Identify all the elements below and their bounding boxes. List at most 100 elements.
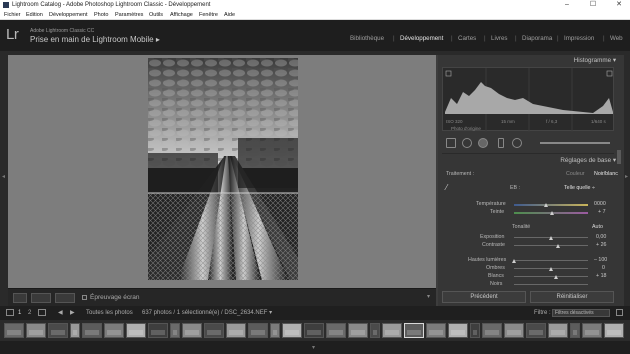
filmstrip-thumbnail[interactable] — [304, 323, 324, 338]
red-eye-icon[interactable] — [478, 138, 488, 148]
filmstrip-thumbnail[interactable] — [470, 323, 480, 338]
close-button[interactable]: ✕ — [610, 0, 628, 10]
filmstrip-thumbnail[interactable] — [348, 323, 368, 338]
spot-removal-icon[interactable] — [462, 138, 472, 148]
module-bibliotheque[interactable]: Bibliothèque — [350, 35, 384, 42]
filmstrip-thumbnail[interactable] — [604, 323, 624, 338]
photo-info-label[interactable]: 637 photos / 1 sélectionné(e) / DSC_2634… — [142, 308, 272, 318]
filmstrip-thumbnail[interactable] — [148, 323, 168, 338]
filmstrip-thumbnail[interactable] — [526, 323, 546, 338]
menu-affichage[interactable]: Affichage — [170, 10, 193, 20]
temperature-slider[interactable] — [514, 204, 588, 206]
highlights-value[interactable]: – 100 — [594, 257, 607, 263]
filmstrip-thumbnail[interactable] — [404, 323, 424, 338]
menu-developpement[interactable]: Développement — [49, 10, 88, 20]
exposure-thumb[interactable] — [549, 236, 553, 240]
temperature-value[interactable]: 0000 — [594, 201, 606, 207]
filmstrip-thumbnail[interactable] — [504, 323, 524, 338]
module-web[interactable]: Web — [610, 35, 623, 42]
filmstrip-thumbnail[interactable] — [82, 323, 102, 338]
filmstrip-thumbnail[interactable] — [226, 323, 246, 338]
brush-slider[interactable] — [540, 142, 610, 144]
filmstrip-thumbnail[interactable] — [248, 323, 268, 338]
tint-thumb[interactable] — [550, 211, 554, 215]
filmstrip-thumbnail[interactable] — [270, 323, 280, 338]
menu-fichier[interactable]: Fichier — [4, 10, 21, 20]
highlights-slider[interactable] — [514, 260, 588, 261]
filmstrip-thumbnail[interactable] — [482, 323, 502, 338]
exposure-value[interactable]: 0,00 — [596, 234, 606, 240]
menu-edition[interactable]: Edition — [26, 10, 43, 20]
auto-tone-button[interactable]: Auto — [592, 224, 603, 230]
menu-outils[interactable]: Outils — [149, 10, 163, 20]
menu-parametres[interactable]: Paramètres — [115, 10, 143, 20]
filmstrip-thumbnail[interactable] — [448, 323, 468, 338]
grid-view-icon[interactable] — [6, 309, 14, 316]
wb-eyedropper-icon[interactable]: ⁄ — [446, 183, 447, 192]
before-after-swap-button[interactable] — [55, 293, 75, 303]
previous-button[interactable]: Précédent — [442, 291, 526, 303]
filmstrip-thumbnail[interactable] — [26, 323, 46, 338]
filmstrip-grid-icon[interactable] — [38, 309, 46, 316]
graduated-filter-icon[interactable] — [498, 138, 504, 148]
next-arrow-icon[interactable]: ▶ — [70, 308, 75, 318]
histogram-header[interactable]: Histogramme ▾ — [438, 56, 616, 66]
module-developpement[interactable]: Développement — [400, 35, 443, 42]
filmstrip-thumbnail[interactable] — [582, 323, 602, 338]
treatment-bw-option[interactable]: Noir/blanc — [594, 171, 618, 177]
menu-photo[interactable]: Photo — [94, 10, 108, 20]
filmstrip-thumbnail[interactable] — [382, 323, 402, 338]
toolbar-menu-icon[interactable]: ▾ — [427, 293, 430, 300]
filmstrip-thumbnail[interactable] — [4, 323, 24, 338]
shadows-value[interactable]: 0 — [602, 265, 605, 271]
catalog-name[interactable]: Prise en main de Lightroom Mobile ▸ — [30, 35, 160, 44]
whites-value[interactable]: + 18 — [596, 273, 606, 279]
filmstrip-thumbnail[interactable] — [170, 323, 180, 338]
filmstrip-thumbnail[interactable] — [548, 323, 568, 338]
filter-lock-icon[interactable] — [616, 309, 623, 316]
radial-filter-icon[interactable] — [512, 138, 522, 148]
soft-proof-checkbox[interactable] — [82, 295, 87, 300]
filmstrip-thumbnail[interactable] — [104, 323, 124, 338]
filmstrip-thumbnail[interactable] — [326, 323, 346, 338]
filmstrip-thumbnail[interactable] — [70, 323, 80, 338]
prev-arrow-icon[interactable]: ◀ — [58, 308, 63, 318]
contrast-thumb[interactable] — [556, 244, 560, 248]
filmstrip-scrollbar[interactable]: ▾ — [0, 341, 630, 354]
module-impression[interactable]: Impression — [564, 35, 594, 42]
crop-tool-icon[interactable] — [446, 138, 456, 148]
menu-aide[interactable]: Aide — [224, 10, 235, 20]
filmstrip-thumbnail[interactable] — [282, 323, 302, 338]
filmstrip-thumbnail[interactable] — [570, 323, 580, 338]
filter-select[interactable]: Filtres désactivés — [552, 309, 610, 317]
temperature-thumb[interactable] — [544, 203, 548, 207]
page-1-indicator[interactable]: 1 — [18, 308, 21, 318]
shadows-thumb[interactable] — [549, 267, 553, 271]
loupe-view-button[interactable] — [13, 293, 27, 303]
before-after-button[interactable] — [31, 293, 51, 303]
minimize-button[interactable]: – — [558, 0, 576, 10]
maximize-button[interactable]: ☐ — [584, 0, 602, 10]
left-panel-toggle[interactable]: ◂ — [0, 55, 8, 306]
filmstrip-thumbnail[interactable] — [204, 323, 224, 338]
filmstrip-thumbnail[interactable] — [126, 323, 146, 338]
right-panel-scrollbar[interactable] — [617, 150, 621, 164]
wb-select[interactable]: Telle quelle ÷ — [564, 185, 595, 191]
module-diaporama[interactable]: Diaporama — [522, 35, 552, 42]
treatment-color-option[interactable]: Couleur — [566, 171, 585, 177]
module-cartes[interactable]: Cartes — [458, 35, 476, 42]
menu-fenetre[interactable]: Fenêtre — [199, 10, 218, 20]
whites-slider[interactable] — [514, 276, 588, 277]
right-panel-toggle[interactable]: ▸ — [624, 55, 630, 306]
filmstrip[interactable] — [0, 320, 630, 341]
whites-thumb[interactable] — [554, 275, 558, 279]
contrast-slider[interactable] — [514, 245, 588, 246]
main-photo[interactable] — [148, 58, 298, 280]
tint-value[interactable]: + 7 — [598, 209, 606, 215]
basic-header[interactable]: Réglages de base ▾ — [438, 156, 616, 166]
filmstrip-thumbnail[interactable] — [182, 323, 202, 338]
blacks-slider[interactable] — [514, 284, 588, 285]
reset-button[interactable]: Réinitialiser — [530, 291, 614, 303]
contrast-value[interactable]: + 26 — [596, 242, 606, 248]
module-livres[interactable]: Livres — [491, 35, 508, 42]
